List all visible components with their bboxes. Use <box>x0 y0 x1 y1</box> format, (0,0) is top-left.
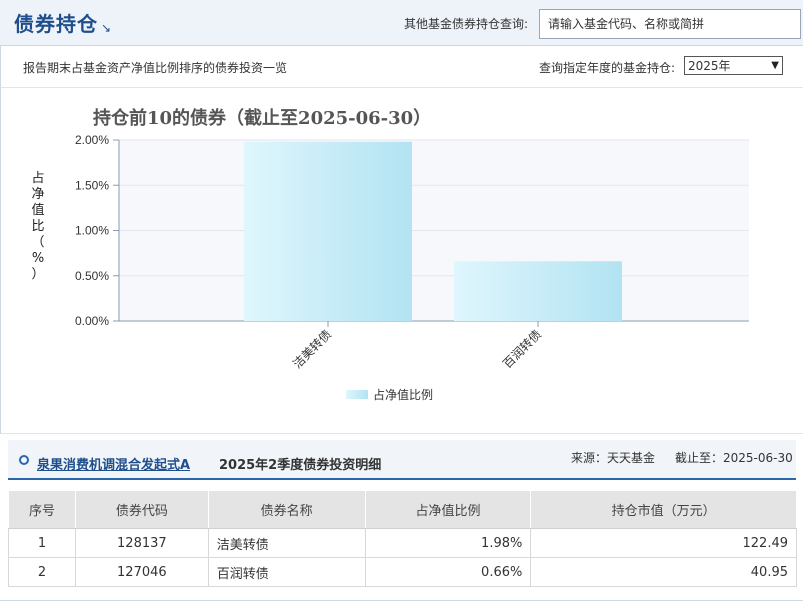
circle-bullet-icon <box>19 455 29 465</box>
holdings-description: 报告期末占基金资产净值比例排序的债券投资一览 <box>23 61 288 75</box>
chart-svg: 0.00% 0.50% 1.00% 1.50% 2.00% 持仓前10的债券（截止至202… <box>31 107 749 402</box>
y-tick-label: 1.50% <box>75 178 109 192</box>
cell-ratio: 0.66% <box>364 557 532 587</box>
cell-index: 1 <box>8 528 76 558</box>
x-tick-label: 洁美转债 <box>290 327 335 372</box>
y-tick-label: 0.00% <box>75 314 109 328</box>
cell-bond-code: 128137 <box>74 528 209 558</box>
detail-title-bar: 泉果消费机调混合发起式A 2025年2季度债券投资明细 来源：天天基金 截止至：… <box>8 440 796 480</box>
detail-subject: 2025年2季度债券投资明细 <box>219 458 382 473</box>
y-tick-label: 0.50% <box>75 269 109 283</box>
column-header-market-value: 持仓市值（万元） <box>530 490 797 529</box>
legend-swatch <box>346 390 368 399</box>
column-header-code: 债券代码 <box>74 490 209 529</box>
bar <box>244 141 412 321</box>
bond-holdings-table: 序号 债券代码 债券名称 占净值比例 持仓市值（万元） 1 128137 洁美转… <box>8 490 797 587</box>
table-row: 1 128137 洁美转债 1.98% 122.49 <box>8 528 797 558</box>
chart-title: 持仓前10的债券（截止至2025-06-30） <box>93 107 431 129</box>
y-tick-label: 2.00% <box>75 133 109 147</box>
fund-search-input[interactable] <box>539 9 801 39</box>
cell-market-value: 122.49 <box>530 528 797 558</box>
page-header: 债券持仓 ↘ 其他基金债券持仓查询: <box>0 0 803 46</box>
bond-holdings-chart: 0.00% 0.50% 1.00% 1.50% 2.00% 持仓前10的债券（截止至202… <box>0 88 803 434</box>
table-row: 2 127046 百润转债 0.66% 40.95 <box>8 557 797 587</box>
data-source: 来源：天天基金 <box>571 451 656 465</box>
column-header-index: 序号 <box>8 490 76 529</box>
chevron-down-icon: ▼ <box>771 60 779 71</box>
bar <box>454 261 622 321</box>
page-title: 债券持仓 <box>14 12 98 36</box>
arrow-down-right-icon[interactable]: ↘ <box>101 21 111 35</box>
year-select[interactable]: 2025年 ▼ <box>684 56 783 75</box>
cell-bond-name: 洁美转债 <box>207 528 366 558</box>
cell-market-value: 40.95 <box>530 557 797 587</box>
cell-bond-name: 百润转债 <box>207 557 366 587</box>
legend-label: 占净值比例 <box>373 387 433 402</box>
column-header-name: 债券名称 <box>207 490 366 529</box>
y-axis-label: 占净值比（%） <box>31 171 44 282</box>
search-label: 其他基金债券持仓查询: <box>404 17 529 31</box>
cell-index: 2 <box>8 557 76 587</box>
subheader-bar: 报告期末占基金资产净值比例排序的债券投资一览 查询指定年度的基金持仓: 2025… <box>0 46 803 88</box>
as-of-date: 截止至：2025-06-30 <box>675 451 793 465</box>
column-header-ratio: 占净值比例 <box>364 490 532 529</box>
year-select-label: 查询指定年度的基金持仓: <box>539 61 676 75</box>
year-select-value: 2025年 <box>688 59 731 73</box>
cell-bond-code: 127046 <box>74 557 209 587</box>
x-tick-label: 百润转债 <box>500 327 545 372</box>
fund-name-link[interactable]: 泉果消费机调混合发起式A <box>37 454 190 473</box>
table-header-row: 序号 债券代码 债券名称 占净值比例 持仓市值（万元） <box>8 490 797 529</box>
y-tick-label: 1.00% <box>75 224 109 238</box>
bottom-divider <box>0 600 803 601</box>
cell-ratio: 1.98% <box>364 528 532 558</box>
